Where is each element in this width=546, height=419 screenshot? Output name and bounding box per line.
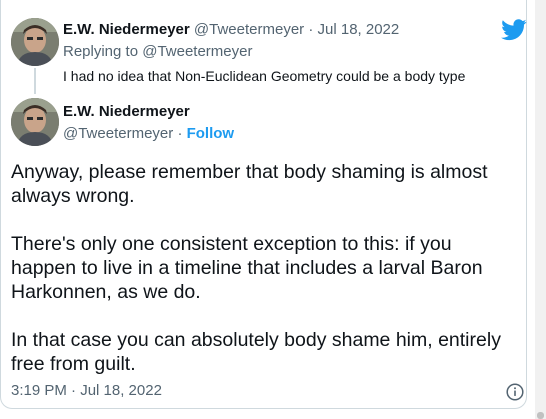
author-name[interactable]: E.W. Niedermeyer [63,21,190,38]
tweet-timestamp[interactable]: 3:19 PM · Jul 18, 2022 [11,382,162,399]
tweet-body: Anyway, please remember that body shamin… [11,160,516,376]
avatar[interactable] [11,98,59,146]
info-icon[interactable] [506,383,524,401]
follow-button[interactable]: Follow [187,125,235,142]
twitter-bird-icon[interactable] [501,19,527,41]
thread-connector-line [34,68,36,94]
separator-dot: · [177,125,183,142]
author-handle[interactable]: @Tweetermeyer [194,21,304,38]
author-handle-row: @Tweetermeyer · Follow [63,125,234,142]
scrollbar-thumb[interactable] [537,412,544,419]
author-name[interactable]: E.W. Niedermeyer [63,103,190,120]
tweet-paragraph: Anyway, please remember that body shamin… [11,161,488,207]
author-handle[interactable]: @Tweetermeyer [63,125,173,142]
tweet-paragraph: There's only one consistent exception to… [11,233,483,303]
reply-header: E.W. Niedermeyer @Tweetermeyer · Jul 18,… [63,21,399,38]
separator-dot: · [308,21,314,38]
avatar[interactable] [11,18,59,66]
tweet-embed-card: E.W. Niedermeyer @Tweetermeyer · Jul 18,… [0,0,527,409]
reply-text: I had no idea that Non-Euclidean Geometr… [63,68,466,84]
scrollbar-track[interactable] [535,0,546,419]
replying-to[interactable]: Replying to @Tweetermeyer [63,43,252,60]
tweet-date[interactable]: Jul 18, 2022 [318,21,400,38]
tweet-paragraph: In that case you can absolutely body sha… [11,329,501,375]
